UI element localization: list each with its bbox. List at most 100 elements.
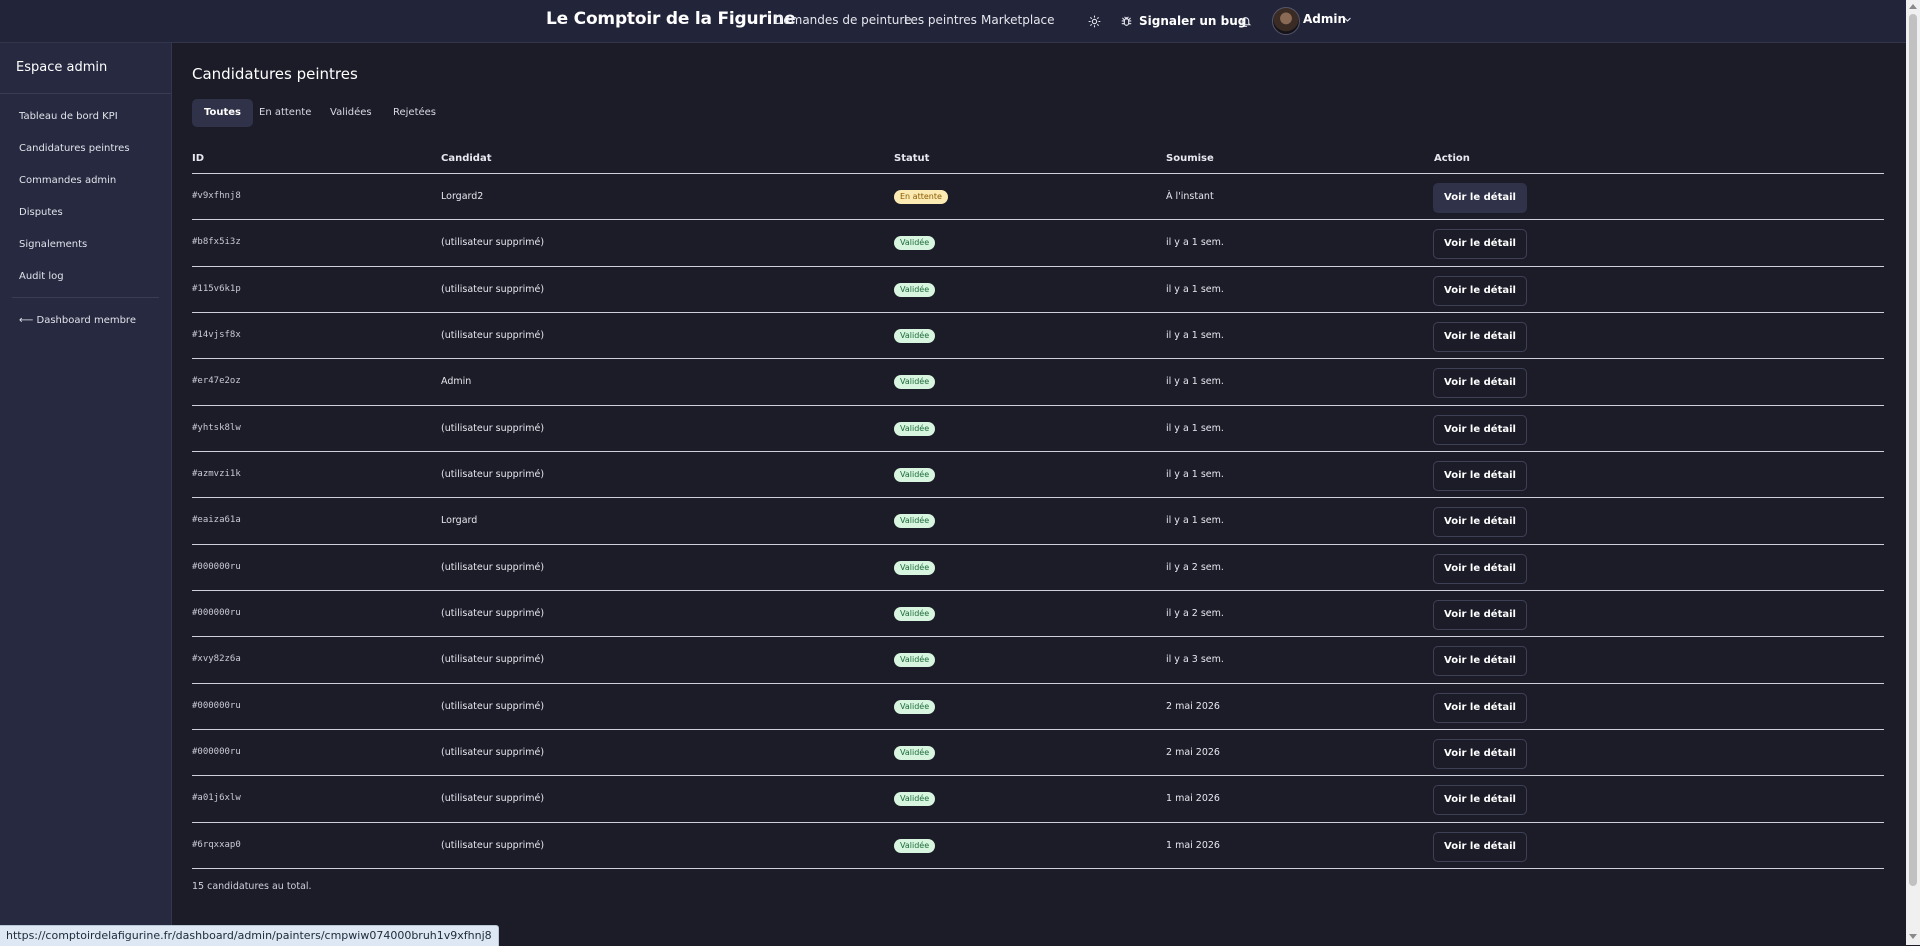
tab-validees[interactable]: Validées bbox=[318, 99, 384, 127]
view-detail-button[interactable]: Voir le détail bbox=[1433, 322, 1527, 353]
report-bug-button[interactable]: Signaler un bug bbox=[1120, 11, 1246, 31]
notifications-button[interactable] bbox=[1239, 11, 1252, 31]
row-candidate: Lorgard2 bbox=[441, 191, 484, 203]
status-badge: Validée bbox=[894, 607, 936, 622]
sidebar-item-audit-log[interactable]: Audit log bbox=[19, 271, 64, 282]
sidebar-item-commandes[interactable]: Commandes admin bbox=[19, 175, 116, 186]
row-divider bbox=[192, 775, 1884, 777]
view-detail-button[interactable]: Voir le détail bbox=[1433, 507, 1527, 538]
sidebar-item-kpi[interactable]: Tableau de bord KPI bbox=[19, 111, 118, 122]
row-divider bbox=[192, 543, 1884, 545]
row-id: #000000ru bbox=[192, 561, 241, 572]
status-badge: Validée bbox=[894, 838, 936, 853]
scroll-down-icon[interactable] bbox=[1909, 934, 1917, 939]
row-submitted: il y a 1 sem. bbox=[1166, 283, 1224, 295]
row-id: #a01j6xlw bbox=[192, 793, 241, 804]
row-id: #000000ru bbox=[192, 608, 241, 619]
row-divider bbox=[192, 728, 1884, 730]
row-divider bbox=[192, 219, 1884, 221]
sidebar-item-signalements[interactable]: Signalements bbox=[19, 239, 87, 250]
row-id: #115v6k1p bbox=[192, 283, 241, 294]
column-header-candidat: Candidat bbox=[441, 153, 492, 164]
user-name[interactable]: Admin bbox=[1303, 12, 1346, 26]
row-divider bbox=[192, 311, 1884, 313]
report-bug-label: Signaler un bug bbox=[1139, 14, 1247, 28]
status-badge: Validée bbox=[894, 375, 936, 390]
view-detail-button[interactable]: Voir le détail bbox=[1433, 368, 1527, 399]
view-detail-button[interactable]: Voir le détail bbox=[1433, 183, 1527, 214]
row-candidate: Lorgard bbox=[441, 515, 478, 527]
status-badge: Validée bbox=[894, 282, 936, 297]
chevron-down-icon[interactable] bbox=[1343, 15, 1352, 24]
row-id: #000000ru bbox=[192, 747, 241, 758]
sidebar-item-candidatures[interactable]: Candidatures peintres bbox=[19, 143, 130, 154]
view-detail-button[interactable]: Voir le détail bbox=[1433, 414, 1527, 445]
row-candidate: (utilisateur supprimé) bbox=[441, 700, 545, 712]
sidebar-item-disputes[interactable]: Disputes bbox=[19, 207, 63, 218]
nav-demandes-de-peinture[interactable]: Demandes de peinture bbox=[774, 13, 911, 27]
sidebar-back-link[interactable]: ⟵ Dashboard membre bbox=[19, 315, 136, 326]
row-divider bbox=[192, 636, 1884, 638]
brand-logo[interactable]: Le Comptoir de la Figurine bbox=[546, 9, 796, 29]
row-candidate: (utilisateur supprimé) bbox=[441, 747, 545, 759]
row-id: #14vjsf8x bbox=[192, 330, 241, 341]
row-id: #xvy82z6a bbox=[192, 654, 241, 665]
row-candidate: (utilisateur supprimé) bbox=[441, 561, 545, 573]
row-submitted: 1 mai 2026 bbox=[1166, 793, 1220, 805]
row-divider bbox=[192, 265, 1884, 267]
status-badge: Validée bbox=[894, 699, 936, 714]
nav-les-peintres[interactable]: Les peintres bbox=[904, 13, 977, 27]
status-badge: Validée bbox=[894, 236, 936, 251]
top-bar: Le Comptoir de la Figurine Demandes de p… bbox=[0, 0, 1906, 43]
scrollbar-thumb[interactable] bbox=[1909, 14, 1917, 886]
theme-toggle-button[interactable] bbox=[1088, 11, 1101, 31]
avatar[interactable] bbox=[1272, 7, 1300, 35]
sidebar-title: Espace admin bbox=[16, 60, 108, 75]
view-detail-button[interactable]: Voir le détail bbox=[1433, 600, 1527, 631]
row-divider bbox=[192, 821, 1884, 823]
view-detail-button[interactable]: Voir le détail bbox=[1433, 739, 1527, 770]
sidebar-divider bbox=[12, 297, 159, 298]
row-candidate: (utilisateur supprimé) bbox=[441, 469, 545, 481]
status-badge: Validée bbox=[894, 514, 936, 529]
admin-sidebar: Espace admin Tableau de bord KPI Candida… bbox=[0, 43, 172, 945]
tab-rejetees[interactable]: Rejetées bbox=[381, 99, 448, 127]
row-divider bbox=[192, 589, 1884, 591]
column-header-statut: Statut bbox=[894, 153, 930, 164]
view-detail-button[interactable]: Voir le détail bbox=[1433, 831, 1527, 862]
status-badge: Validée bbox=[894, 421, 936, 436]
view-detail-button[interactable]: Voir le détail bbox=[1433, 229, 1527, 260]
view-detail-button[interactable]: Voir le détail bbox=[1433, 692, 1527, 723]
row-candidate: (utilisateur supprimé) bbox=[441, 422, 545, 434]
sun-icon bbox=[1088, 15, 1101, 27]
scroll-up-icon[interactable] bbox=[1909, 4, 1917, 9]
row-submitted: 2 mai 2026 bbox=[1166, 700, 1220, 712]
row-id: #er47e2oz bbox=[192, 376, 241, 387]
row-id: #000000ru bbox=[192, 700, 241, 711]
tab-toutes[interactable]: Toutes bbox=[192, 99, 253, 127]
view-detail-button[interactable]: Voir le détail bbox=[1433, 275, 1527, 306]
row-id: #b8fx5i3z bbox=[192, 237, 241, 248]
link-preview-statusbar: https://comptoirdelafigurine.fr/dashboar… bbox=[0, 925, 499, 946]
total-count: 15 candidatures au total. bbox=[192, 881, 312, 892]
row-divider bbox=[192, 867, 1884, 869]
view-detail-button[interactable]: Voir le détail bbox=[1433, 553, 1527, 584]
row-submitted: il y a 1 sem. bbox=[1166, 469, 1224, 481]
view-detail-button[interactable]: Voir le détail bbox=[1433, 646, 1527, 677]
nav-marketplace[interactable]: Marketplace bbox=[981, 13, 1055, 27]
row-divider bbox=[192, 497, 1884, 499]
row-divider bbox=[192, 358, 1884, 360]
row-submitted: 2 mai 2026 bbox=[1166, 747, 1220, 759]
status-badge: En attente bbox=[894, 190, 948, 205]
view-detail-button[interactable]: Voir le détail bbox=[1433, 461, 1527, 492]
tab-en-attente[interactable]: En attente bbox=[247, 99, 323, 127]
table-header-divider bbox=[192, 173, 1884, 174]
row-submitted: il y a 1 sem. bbox=[1166, 515, 1224, 527]
row-candidate: (utilisateur supprimé) bbox=[441, 237, 545, 249]
status-badge: Validée bbox=[894, 792, 936, 807]
row-divider bbox=[192, 682, 1884, 684]
view-detail-button[interactable]: Voir le détail bbox=[1433, 785, 1527, 816]
row-candidate: (utilisateur supprimé) bbox=[441, 330, 545, 342]
status-badge: Validée bbox=[894, 560, 936, 575]
page-scrollbar[interactable] bbox=[1906, 0, 1920, 945]
